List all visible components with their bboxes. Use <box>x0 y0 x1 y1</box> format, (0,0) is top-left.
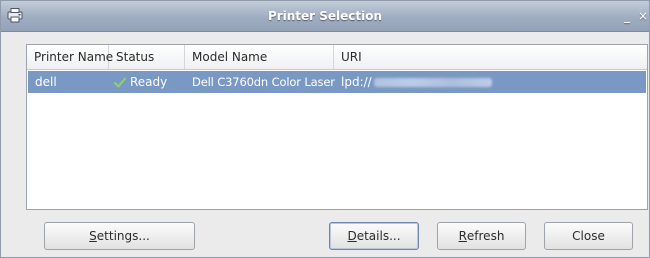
details-mnemonic: D <box>347 229 357 243</box>
checkmark-icon <box>114 73 126 95</box>
refresh-mnemonic: R <box>458 229 467 243</box>
details-button[interactable]: Details... <box>329 222 419 250</box>
refresh-button[interactable]: Refresh <box>437 222 526 250</box>
uri-cell: lpd:// <box>334 71 634 93</box>
column-header-printer-name[interactable]: Printer Name <box>27 45 113 69</box>
window-title: Printer Selection <box>267 9 383 23</box>
model-name-cell: Dell C3760dn Color Laser <box>192 75 335 89</box>
close-window-button[interactable]: × <box>637 9 649 23</box>
redacted-address <box>373 78 492 87</box>
settings-label: ettings... <box>96 229 150 243</box>
printer-selection-window: Printer Selection _ × Printer Name Statu… <box>0 0 650 258</box>
printer-row[interactable]: dell Ready Dell C3760dn Color Laser lpd:… <box>28 71 646 93</box>
status-text: Ready <box>130 75 168 89</box>
column-header-row: Printer Name Status Model Name URI <box>27 45 647 70</box>
column-header-model-name[interactable]: Model Name <box>185 45 334 69</box>
details-label: etails... <box>356 229 401 243</box>
settings-button[interactable]: Settings... <box>44 222 195 250</box>
uri-scheme-text: lpd:// <box>341 75 372 89</box>
close-button[interactable]: Close <box>544 222 633 250</box>
refresh-label: efresh <box>466 229 505 243</box>
status-cell: Ready <box>110 71 186 93</box>
printer-list[interactable]: Printer Name Status Model Name URI dell … <box>26 44 648 210</box>
column-header-status[interactable]: Status <box>109 45 185 69</box>
title-bar[interactable]: Printer Selection _ × <box>1 1 649 32</box>
printer-name-cell: dell <box>35 75 57 89</box>
minimize-button[interactable]: _ <box>621 9 633 23</box>
settings-mnemonic: S <box>89 229 97 243</box>
column-header-uri[interactable]: URI <box>334 45 647 69</box>
